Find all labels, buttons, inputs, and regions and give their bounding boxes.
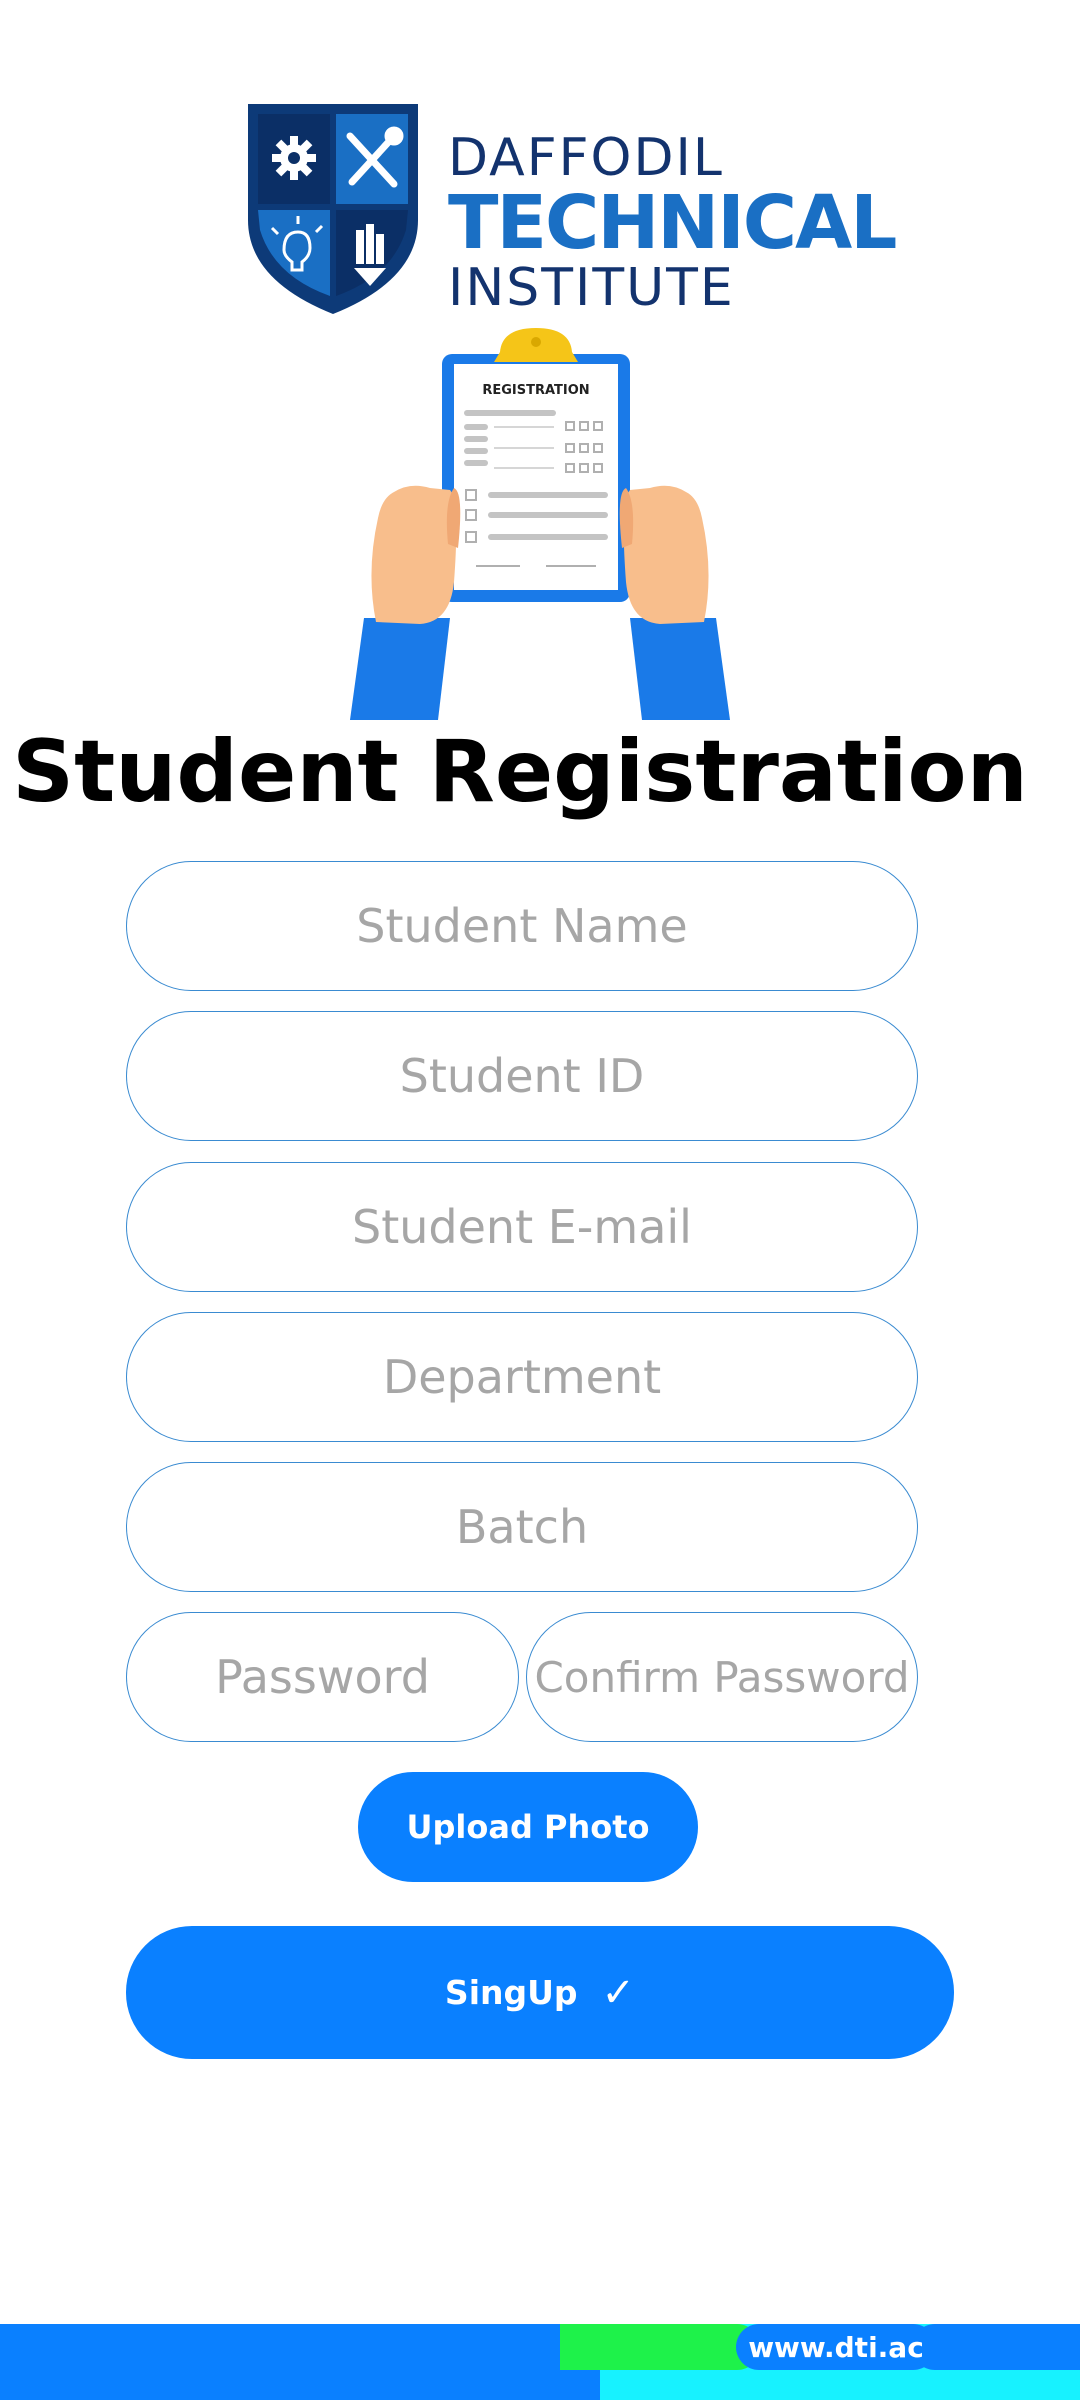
password-field-wrapper (126, 1612, 519, 1742)
confirm-password-field-wrapper (526, 1612, 918, 1742)
checkmark-icon: ✓ (601, 1969, 636, 2016)
logo-line-institute: INSTITUTE (448, 258, 735, 318)
student-email-input[interactable] (127, 1163, 917, 1291)
student-name-field-wrapper (126, 861, 918, 991)
password-input[interactable] (127, 1613, 518, 1741)
footer-green-strip (560, 2324, 760, 2370)
shield-emblem-icon (248, 104, 418, 314)
student-id-field-wrapper (126, 1011, 918, 1141)
confirm-password-input[interactable] (527, 1613, 917, 1741)
signup-button[interactable]: SingUp ✓ (126, 1926, 954, 2059)
logo-line-technical: TECHNICAL (448, 180, 897, 266)
department-input[interactable] (127, 1313, 917, 1441)
gear-icon (272, 136, 316, 180)
logo-wordmark: DAFFODIL TECHNICAL INSTITUTE (448, 128, 897, 318)
registration-clipboard-illustration: REGISTRATION (350, 328, 730, 720)
footer-band: www.dti.ac (0, 2324, 1080, 2400)
student-name-input[interactable] (127, 862, 917, 990)
institute-logo: DAFFODIL TECHNICAL INSTITUTE (244, 100, 897, 320)
website-link[interactable]: www.dti.ac (736, 2324, 936, 2370)
department-field-wrapper (126, 1312, 918, 1442)
student-email-field-wrapper (126, 1162, 918, 1292)
student-id-input[interactable] (127, 1012, 917, 1140)
upload-photo-label: Upload Photo (406, 1808, 650, 1846)
signup-label: SingUp (444, 1973, 578, 2012)
footer-blue-right-strip (912, 2324, 1080, 2370)
footer-blue-strip (0, 2324, 600, 2400)
page-title: Student Registration (12, 722, 1028, 822)
batch-input[interactable] (127, 1463, 917, 1591)
clipboard-title: REGISTRATION (482, 383, 589, 398)
logo-line-daffodil: DAFFODIL (448, 128, 724, 188)
upload-photo-button[interactable]: Upload Photo (358, 1772, 698, 1882)
batch-field-wrapper (126, 1462, 918, 1592)
